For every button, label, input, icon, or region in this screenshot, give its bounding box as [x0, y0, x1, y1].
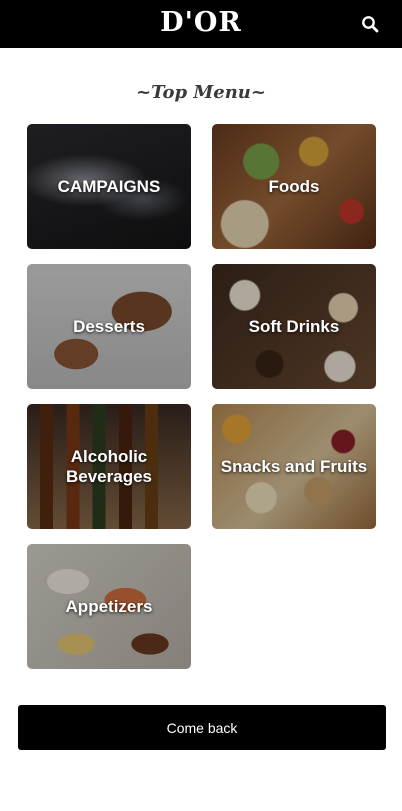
search-icon: [362, 16, 379, 33]
category-label: Snacks and Fruits: [220, 456, 368, 476]
menu-title: ~Top Menu~: [136, 82, 266, 103]
category-appetizers[interactable]: Appetizers: [27, 544, 191, 669]
category-label: CAMPAIGNS: [57, 176, 161, 196]
category-label: Appetizers: [65, 596, 153, 616]
category-label: Foods: [268, 176, 320, 196]
category-soft-drinks[interactable]: Soft Drinks: [212, 264, 376, 389]
category-campaigns[interactable]: CAMPAIGNS: [27, 124, 191, 249]
come-back-button[interactable]: Come back: [18, 705, 386, 750]
category-label: Soft Drinks: [248, 316, 340, 336]
category-desserts[interactable]: Desserts: [27, 264, 191, 389]
category-foods[interactable]: Foods: [212, 124, 376, 249]
search-button[interactable]: [358, 12, 382, 36]
brand-logo[interactable]: D'OR: [0, 7, 402, 38]
category-alcoholic-beverages[interactable]: Alcoholic Beverages: [27, 404, 191, 529]
category-snacks-and-fruits[interactable]: Snacks and Fruits: [212, 404, 376, 529]
top-bar: D'OR: [0, 0, 402, 48]
category-label: Desserts: [73, 316, 145, 336]
category-label: Alcoholic Beverages: [65, 446, 152, 486]
